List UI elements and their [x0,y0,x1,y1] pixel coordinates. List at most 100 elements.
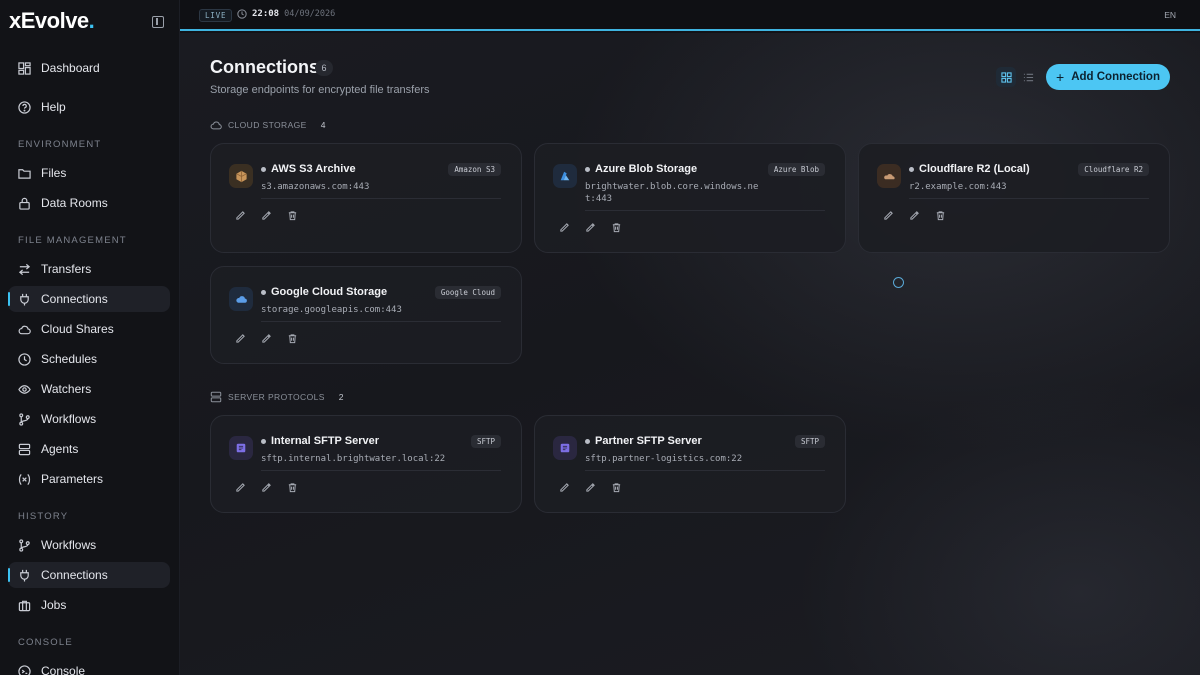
section-label-history: HISTORY [18,511,69,522]
sidebar-item-agents[interactable]: Agents [8,436,170,462]
page-title: Connections [210,57,320,77]
brand-logo[interactable]: xEvolve. [9,8,95,34]
grid-view-button[interactable] [996,67,1016,87]
sidebar-item-help[interactable]: Help [8,94,170,120]
dashboard-icon [18,61,31,75]
grid-icon [1000,71,1012,83]
status-dot [585,167,590,172]
delete-icon[interactable] [609,480,623,494]
sidebar: xEvolve. Dashboard Help ENVIRONMENT File… [0,0,180,675]
main-content: Connections 6 Storage endpoints for encr… [180,33,1200,675]
divider [585,210,825,211]
edit-icon[interactable] [557,220,571,234]
delete-icon[interactable] [609,220,623,234]
sftp-server-logo-icon [229,436,253,460]
connection-host: r2.example.com:443 [909,182,1007,192]
connection-name: Cloudflare R2 (Local) [919,163,1030,175]
edit-icon[interactable] [233,208,247,222]
delete-icon[interactable] [285,208,299,222]
sidebar-item-history-connections[interactable]: Connections [8,562,170,588]
sidebar-item-label: Cloud Shares [41,322,114,336]
aws-s3-logo-icon [229,164,253,188]
sidebar-item-schedules[interactable]: Schedules [8,346,170,372]
briefcase-icon [18,599,31,612]
lock-icon [18,197,31,210]
edit-icon[interactable] [233,480,247,494]
card-actions [557,480,635,494]
connection-host: sftp.partner-logistics.com:22 [585,454,743,464]
connection-card[interactable]: Partner SFTP Server SFTP sftp.partner-lo… [534,415,846,513]
language-selector[interactable]: EN [1164,10,1176,20]
sidebar-item-transfers[interactable]: Transfers [8,256,170,282]
sidebar-item-workflows[interactable]: Workflows [8,406,170,432]
sidebar-item-watchers[interactable]: Watchers [8,376,170,402]
sidebar-item-label: Schedules [41,352,98,366]
rename-icon[interactable] [259,208,273,222]
sidebar-item-console[interactable]: Console [8,658,170,675]
delete-icon[interactable] [933,208,947,222]
eye-icon [18,383,31,396]
clock-time: 22:08 [252,9,280,19]
connection-type-badge: Cloudflare R2 [1078,163,1149,176]
edit-icon[interactable] [881,208,895,222]
connection-card[interactable]: Cloudflare R2 (Local) Cloudflare R2 r2.e… [858,143,1170,253]
sidebar-item-jobs[interactable]: Jobs [8,592,170,618]
sidebar-item-data-rooms[interactable]: Data Rooms [8,190,170,216]
sidebar-item-cloud-shares[interactable]: Cloud Shares [8,316,170,342]
rename-icon[interactable] [907,208,921,222]
divider [261,321,501,322]
sidebar-item-label: Workflows [41,538,97,552]
rename-icon[interactable] [583,480,597,494]
sidebar-item-label: Watchers [41,382,92,396]
connection-card[interactable]: AWS S3 Archive Amazon S3 s3.amazonaws.co… [210,143,522,253]
connection-type-badge: Amazon S3 [448,163,501,176]
sidebar-item-parameters[interactable]: Parameters [8,466,170,492]
connection-host-line-2: t:443 [585,194,613,204]
google-cloud-logo-icon [229,287,253,311]
cloudflare-r2-logo-icon [877,164,901,188]
divider [909,198,1149,199]
divider [585,470,825,471]
add-connection-button[interactable]: + Add Connection [1046,64,1170,90]
edit-icon[interactable] [557,480,571,494]
plug-icon [18,293,31,306]
edit-icon[interactable] [233,331,247,345]
connection-name: Azure Blob Storage [595,163,698,175]
sidebar-item-label: Files [41,166,67,180]
delete-icon[interactable] [285,331,299,345]
page-subtitle: Storage endpoints for encrypted file tra… [210,84,430,96]
group-header-server-protocols: SERVER PROTOCOLS 2 [210,391,344,403]
connection-card[interactable]: Internal SFTP Server SFTP sftp.internal.… [210,415,522,513]
azure-blob-logo-icon [553,164,577,188]
list-icon [1023,73,1033,81]
clock-icon [18,352,31,366]
workflow-icon [18,538,31,552]
sidebar-item-connections[interactable]: Connections [8,286,170,312]
sidebar-item-history-workflows[interactable]: Workflows [8,532,170,558]
status-dot [261,167,266,172]
help-icon [18,100,31,114]
group-count: 2 [338,392,344,402]
connection-count-badge: 6 [315,60,333,76]
card-actions [233,480,311,494]
list-view-button[interactable] [1018,67,1038,87]
sidebar-item-files[interactable]: Files [8,160,170,186]
sidebar-item-dashboard[interactable]: Dashboard [8,55,170,81]
group-count: 4 [320,120,326,130]
connection-name: AWS S3 Archive [271,163,356,175]
sidebar-item-label: Jobs [41,598,67,612]
connection-card[interactable]: Azure Blob Storage Azure Blob brightwate… [534,143,846,253]
clock-date: 04/09/2026 [284,9,336,19]
workflow-icon [18,412,31,426]
connection-name: Google Cloud Storage [271,286,388,298]
connection-card[interactable]: Google Cloud Storage Google Cloud storag… [210,266,522,364]
sidebar-collapse-icon[interactable] [152,16,164,28]
connection-host: storage.googleapis.com:443 [261,305,402,315]
rename-icon[interactable] [583,220,597,234]
rename-icon[interactable] [259,480,273,494]
status-dot [261,290,266,295]
connection-host: s3.amazonaws.com:443 [261,182,370,192]
connection-type-badge: SFTP [470,435,501,448]
delete-icon[interactable] [285,480,299,494]
rename-icon[interactable] [259,331,273,345]
